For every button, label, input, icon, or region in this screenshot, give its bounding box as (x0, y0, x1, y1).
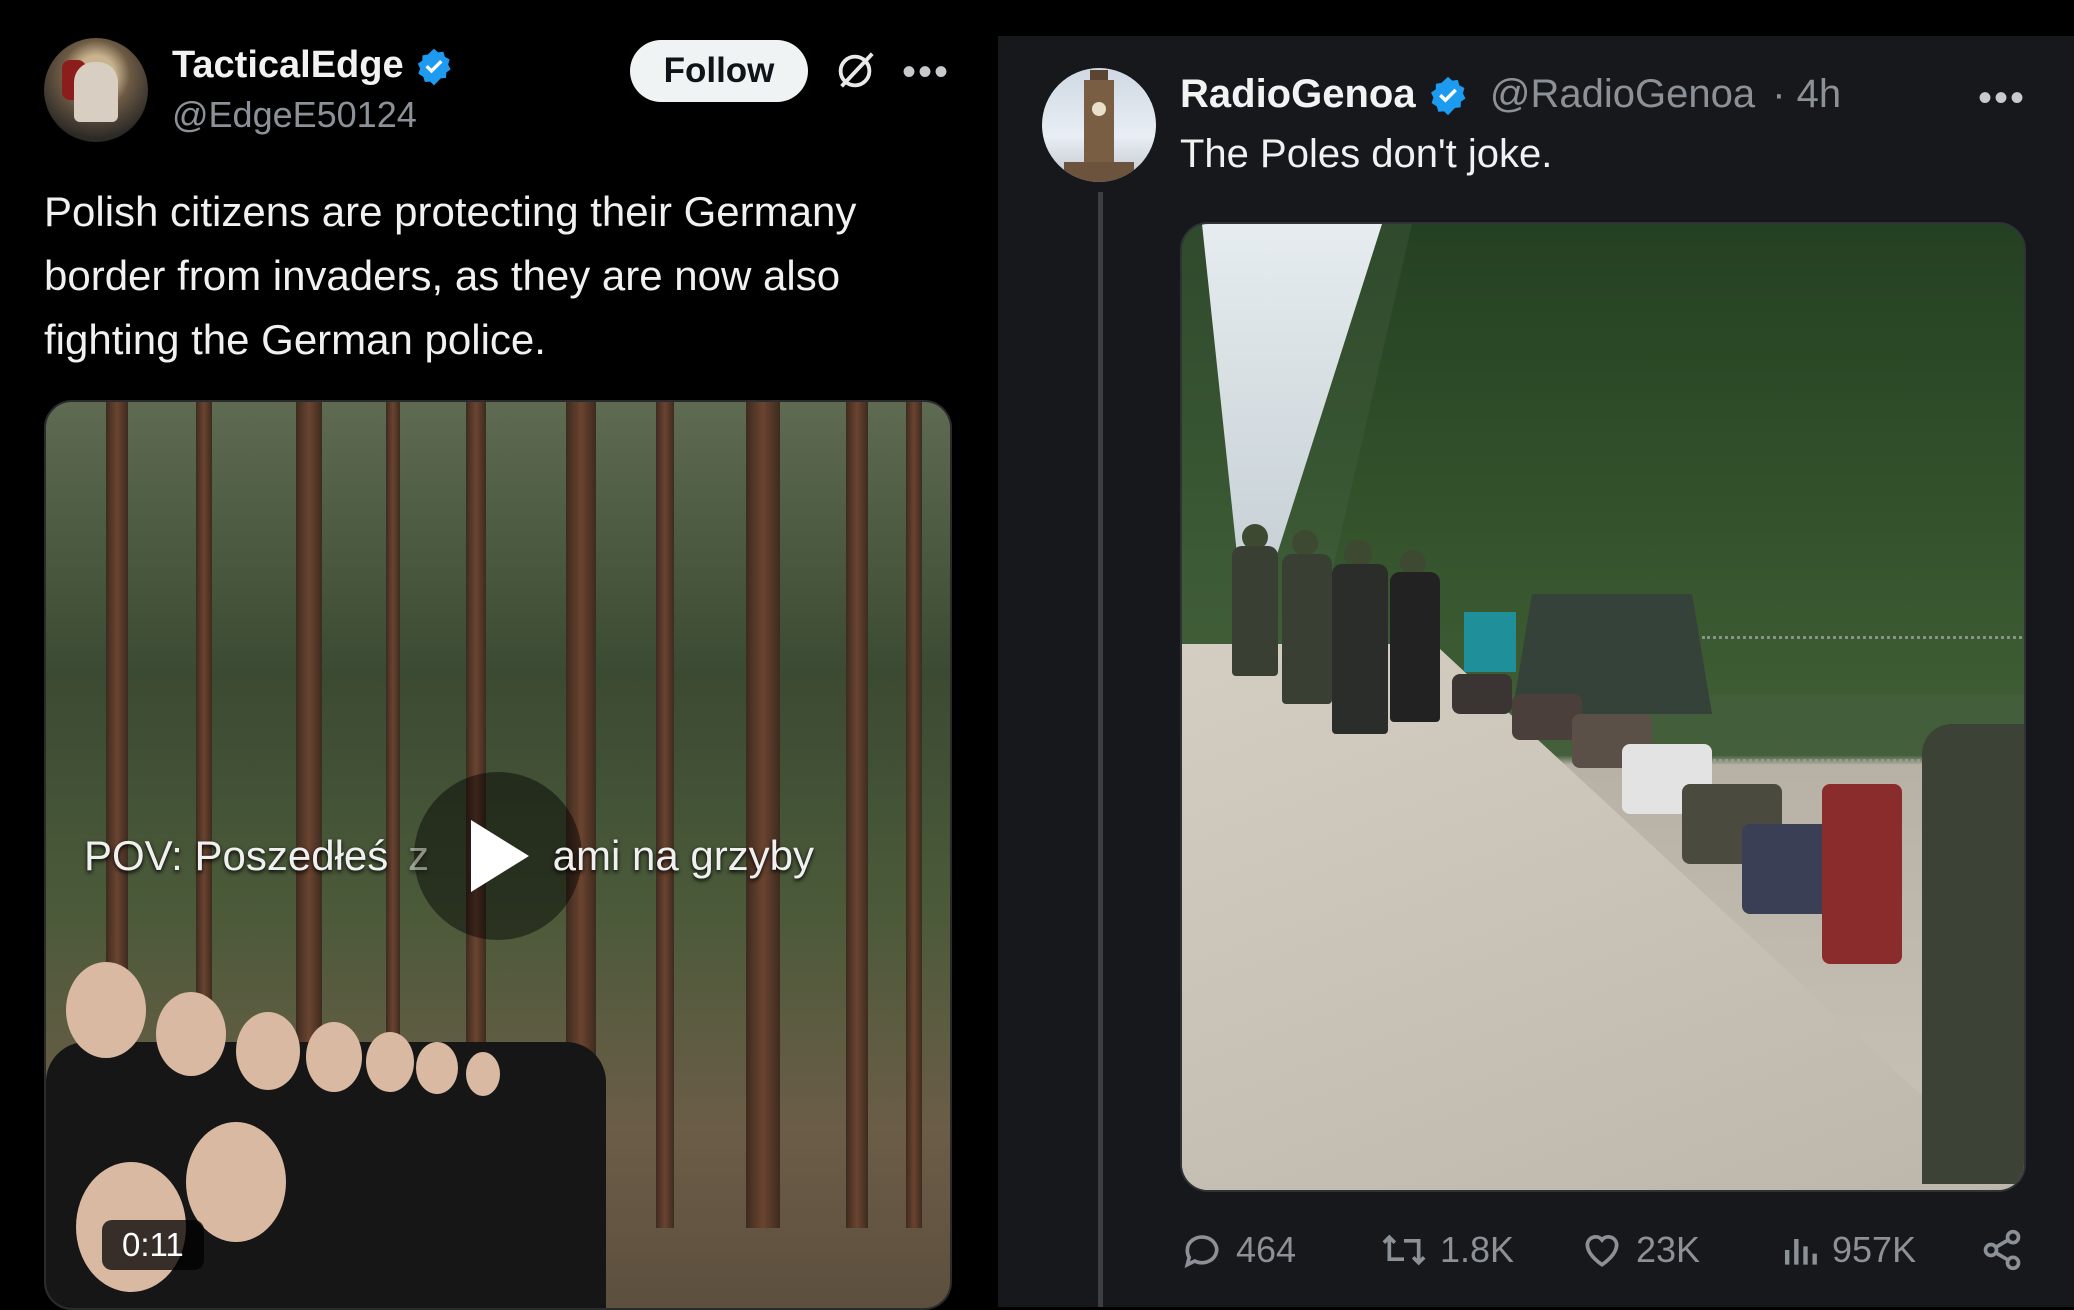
handle[interactable]: @RadioGenoa (1490, 72, 1755, 116)
tree-trunk (846, 402, 868, 1228)
person-head (306, 1022, 362, 1092)
right-tweet[interactable]: RadioGenoa @RadioGenoa · 4h ••• The Pole… (998, 36, 2074, 1307)
tower (1084, 80, 1114, 164)
verified-badge-icon (418, 48, 451, 86)
video-player[interactable]: POV: Poszedłeś z ami na grzyby 0:11 (44, 400, 952, 1310)
tweet-text: Polish citizens are protecting their Ger… (44, 188, 857, 363)
tweet-image[interactable] (1180, 222, 2026, 1192)
video-duration: 0:11 (102, 1220, 204, 1270)
tree-trunk (906, 402, 922, 1228)
tree-trunk (746, 402, 780, 1228)
views-button[interactable]: 957K (1780, 1228, 1980, 1272)
left-tweet[interactable]: TacticalEdge @EdgeE50124 Follow ••• Poli… (0, 0, 990, 1310)
person-head (156, 992, 226, 1076)
verified-badge-icon (1430, 77, 1466, 116)
person-head (416, 1042, 458, 1094)
tree-trunk (656, 402, 674, 1228)
video-overlay-text: POV: Poszedłeś z ami na grzyby (84, 832, 815, 879)
avatar-knight (74, 62, 118, 122)
reply-button[interactable]: 464 (1180, 1228, 1380, 1272)
detained-person (1452, 674, 1512, 714)
timestamp[interactable]: · 4h (1772, 72, 1841, 116)
like-button[interactable]: 23K (1580, 1228, 1780, 1272)
person-head (66, 962, 146, 1058)
soldier-head (1292, 530, 1318, 556)
soldier (1232, 546, 1278, 676)
person-head (466, 1052, 500, 1096)
avatar[interactable] (1042, 68, 1156, 182)
share-icon (1983, 1229, 2021, 1271)
display-name[interactable]: TacticalEdge (172, 44, 454, 87)
display-name[interactable]: RadioGenoa (1180, 72, 1416, 116)
soldier (1282, 554, 1332, 704)
tower-clock (1092, 102, 1106, 116)
avatar[interactable] (44, 38, 148, 142)
follow-button[interactable]: Follow (630, 40, 808, 102)
soldier (1390, 572, 1440, 722)
handle[interactable]: @EdgeE50124 (172, 94, 417, 136)
like-icon (1585, 1235, 1619, 1267)
repost-icon (1382, 1234, 1426, 1266)
views-icon (1784, 1239, 1817, 1265)
grok-icon[interactable] (832, 48, 878, 94)
detained-person (1822, 784, 1902, 964)
tweet-text: The Poles don't joke. (1180, 132, 1553, 176)
more-icon[interactable]: ••• (1978, 76, 2026, 121)
portable-toilet (1464, 612, 1516, 672)
tower-base (1064, 162, 1134, 182)
person-head (366, 1032, 414, 1092)
repost-button[interactable]: 1.8K (1380, 1228, 1580, 1272)
more-icon[interactable]: ••• (902, 50, 950, 95)
soldier (1332, 564, 1388, 734)
foreground-soldier (1922, 724, 2024, 1184)
thread-line (1098, 192, 1103, 1307)
person-head (236, 1012, 300, 1090)
share-button[interactable] (1980, 1228, 2036, 1272)
reply-icon (1184, 1235, 1219, 1269)
tweet-actions: 464 1.8K 23K 957K (1180, 1220, 2040, 1280)
tweet-header: RadioGenoa @RadioGenoa · 4h (1180, 72, 1841, 117)
